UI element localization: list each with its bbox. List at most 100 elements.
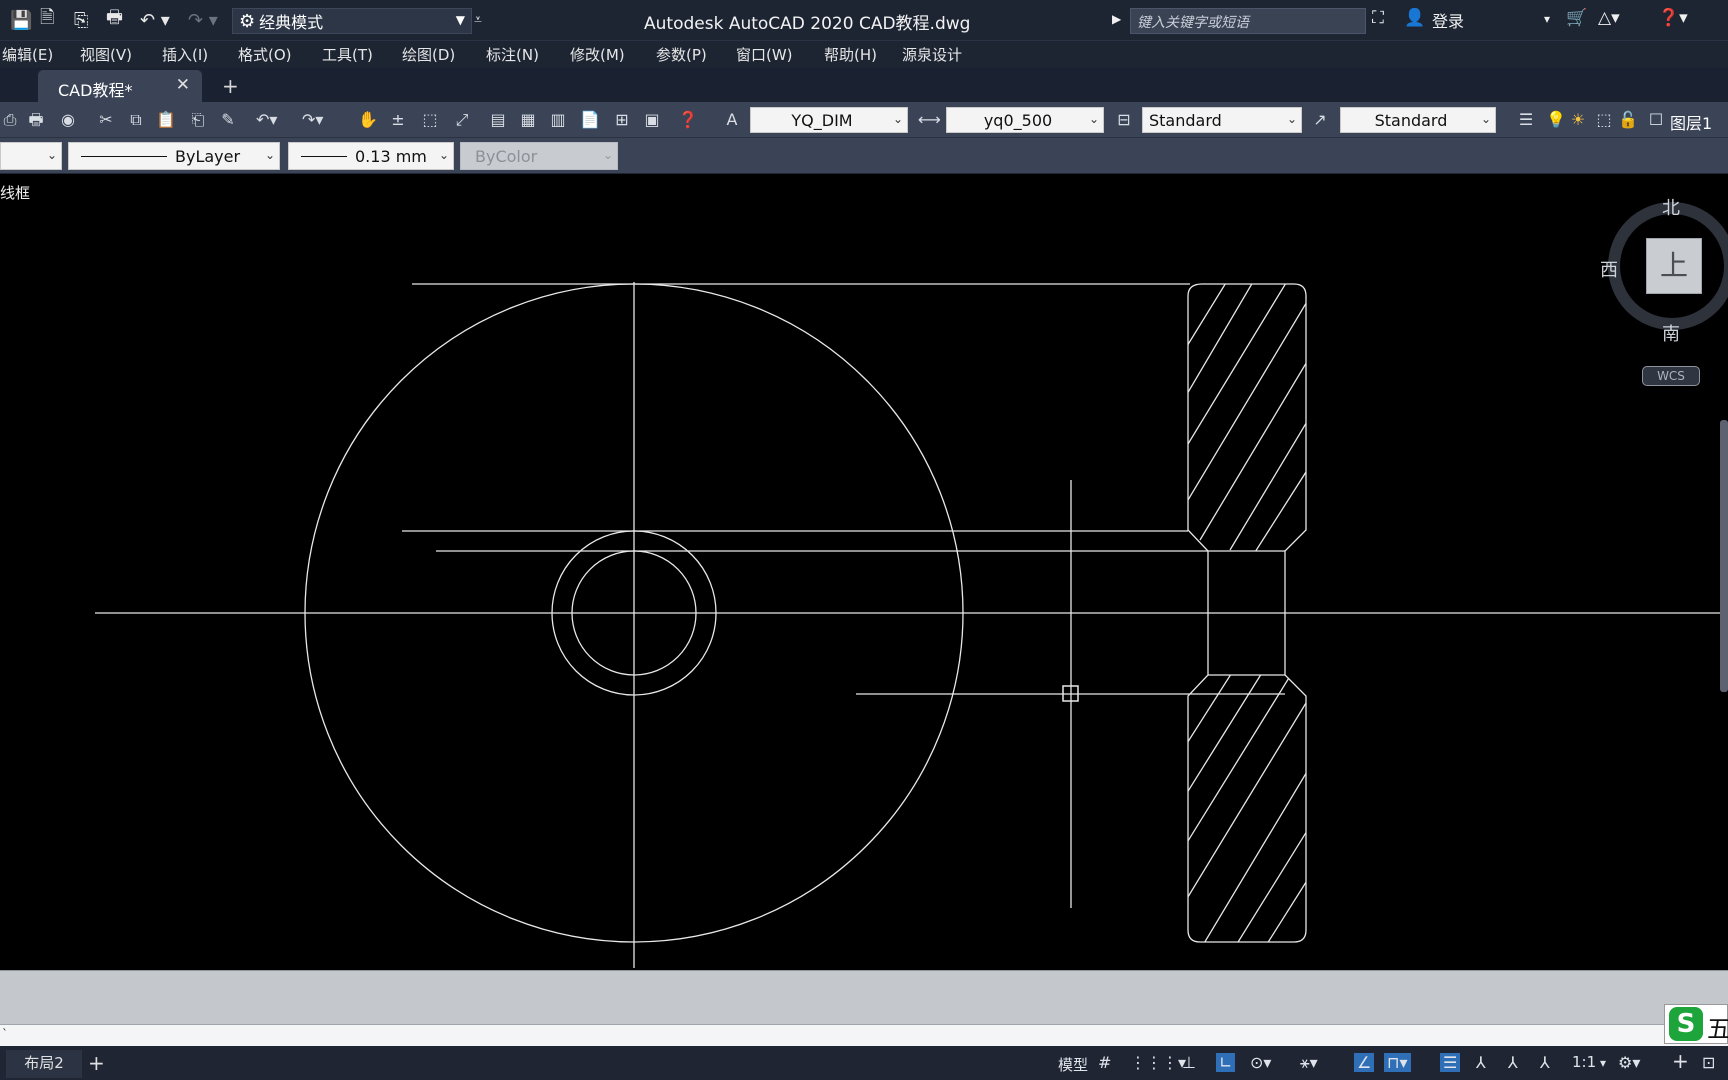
binoculars-icon[interactable]: ⛶	[1372, 8, 1384, 28]
help-icon[interactable]: ❓	[678, 110, 698, 130]
annotation-scale-icon[interactable]: ⅄	[1540, 1053, 1550, 1072]
annotation-scale-value[interactable]: 1:1	[1572, 1053, 1596, 1071]
ortho-icon[interactable]: ∟	[1216, 1053, 1236, 1072]
viewcube-top-face[interactable]: 上	[1646, 238, 1702, 294]
viewport-freeze-icon[interactable]: ⬚	[1594, 110, 1614, 130]
lightbulb-icon[interactable]: 💡	[1546, 110, 1566, 130]
viewcube-west[interactable]: 西	[1600, 256, 1618, 282]
zoom-previous-icon[interactable]: ⤢	[452, 110, 472, 130]
menu-dimension[interactable]: 标注(N)	[486, 44, 539, 65]
layer-name[interactable]: 图层1	[1670, 110, 1712, 134]
login-button[interactable]: 登录	[1432, 8, 1464, 32]
plot-preview-icon[interactable]: ⎙	[0, 110, 20, 130]
wcs-menu-button[interactable]: WCS	[1642, 366, 1700, 386]
search-input[interactable]: 键入关键字或短语	[1130, 8, 1366, 34]
copy-icon[interactable]: ⧉	[126, 110, 146, 130]
multileader-style-select[interactable]: Standard ⌄	[1340, 107, 1496, 133]
zoom-realtime-icon[interactable]: ±	[388, 110, 408, 130]
cart-icon[interactable]: 🛒	[1566, 8, 1587, 28]
layer-properties-icon[interactable]: ☰	[1516, 110, 1536, 130]
auto-scale-icon[interactable]: ⅄	[1508, 1053, 1518, 1072]
print-icon[interactable]: 🖶	[106, 7, 123, 32]
design-center-icon[interactable]: ▦	[518, 110, 538, 130]
customize-quick-access-icon[interactable]: ⩡	[474, 8, 482, 32]
polar-icon[interactable]: ⊙▾	[1250, 1053, 1271, 1072]
lineweight-select[interactable]: 0.13 mm ⌄	[288, 142, 454, 170]
sun-icon[interactable]: ☀	[1568, 110, 1588, 130]
add-layout-button[interactable]: +	[88, 1051, 105, 1075]
customize-icon[interactable]: ⊡	[1702, 1053, 1715, 1072]
block-editor-icon[interactable]: ✎	[218, 110, 238, 130]
infer-constraints-icon[interactable]: ⊥	[1182, 1053, 1196, 1072]
menu-view[interactable]: 视图(V)	[80, 44, 132, 65]
vertical-scrollbar[interactable]	[1720, 420, 1728, 692]
object-snap-tracking-icon[interactable]: ∠	[1354, 1053, 1375, 1072]
table-style-icon[interactable]: ⊟	[1114, 110, 1134, 130]
model-space-button[interactable]: 模型	[1058, 1054, 1088, 1075]
paste-icon[interactable]: 📋	[156, 110, 176, 130]
redo-icon[interactable]: ↷ ▾	[188, 8, 218, 32]
isodraft-icon[interactable]: ⚹▾	[1300, 1053, 1318, 1073]
menu-help[interactable]: 帮助(H)	[824, 44, 877, 65]
login-dropdown-icon[interactable]: ▾	[1544, 12, 1550, 26]
menu-window[interactable]: 窗口(W)	[736, 44, 793, 65]
command-line-input[interactable]: `	[0, 1024, 1728, 1046]
properties-icon[interactable]: ▤	[488, 110, 508, 130]
color-select[interactable]: ⌄	[0, 142, 62, 170]
pan-icon[interactable]: ✋	[358, 110, 378, 130]
menu-insert[interactable]: 插入(I)	[162, 44, 208, 65]
table-style-select[interactable]: Standard ⌄	[1142, 107, 1302, 133]
menu-draw[interactable]: 绘图(D)	[402, 44, 455, 65]
layer-color-swatch[interactable]: ☐	[1646, 110, 1666, 130]
save-as-icon[interactable]: 🗎	[40, 7, 54, 32]
expand-search-icon[interactable]: ▶	[1112, 12, 1121, 26]
multileader-style-icon[interactable]: ↗	[1310, 110, 1330, 130]
viewcube-north[interactable]: 北	[1662, 194, 1680, 220]
undo-icon[interactable]: ↶▾	[256, 110, 277, 130]
calculator-icon[interactable]: ▣	[642, 110, 662, 130]
snap-icon[interactable]: ⋮⋮⋮▾	[1130, 1053, 1186, 1072]
redo-icon[interactable]: ↷▾	[302, 110, 323, 130]
workspace-select[interactable]: ⚙ 经典模式 ▼	[232, 8, 472, 34]
cut-icon[interactable]: ✂	[96, 110, 116, 130]
match-properties-icon[interactable]: ⎗	[188, 110, 208, 130]
help-icon[interactable]: ❓▾	[1658, 8, 1688, 28]
menu-format[interactable]: 格式(O)	[238, 44, 292, 65]
lineweight-display-icon[interactable]: ☰	[1440, 1053, 1461, 1072]
annotation-visibility-icon[interactable]: ⅄	[1476, 1053, 1486, 1072]
ime-indicator[interactable]: S 五	[1664, 1004, 1728, 1044]
menu-modify[interactable]: 修改(M)	[570, 44, 625, 65]
a360-icon[interactable]: △▾	[1598, 8, 1620, 28]
text-style-select[interactable]: yq0_500 ⌄	[946, 107, 1104, 133]
export-icon[interactable]: ⎘	[74, 8, 88, 32]
grid-icon[interactable]: #	[1098, 1053, 1111, 1072]
close-icon[interactable]: ✕	[176, 75, 190, 95]
undo-icon[interactable]: ↶ ▾	[140, 8, 170, 32]
tab-cad-tutorial[interactable]: CAD教程* ✕	[38, 70, 202, 102]
chevron-down-icon[interactable]: ▾	[1600, 1056, 1606, 1070]
lock-icon[interactable]: 🔓	[1618, 110, 1638, 130]
menu-parametric[interactable]: 参数(P)	[656, 44, 707, 65]
sheet-set-icon[interactable]: 📄	[580, 110, 600, 130]
linetype-select[interactable]: ByLayer ⌄	[68, 142, 280, 170]
dimension-style-icon[interactable]: ⟷	[918, 110, 941, 130]
menu-edit[interactable]: 编辑(E)	[2, 44, 53, 65]
visual-style-label[interactable]: 线框	[0, 182, 30, 203]
text-style-icon[interactable]: A	[722, 110, 742, 130]
menu-tools[interactable]: 工具(T)	[322, 44, 373, 65]
tab-layout2[interactable]: 布局2	[6, 1050, 82, 1078]
new-tab-button[interactable]: +	[222, 74, 239, 98]
plus-icon[interactable]: +	[1672, 1049, 1689, 1073]
workspace-switch-icon[interactable]: ⚙▾	[1618, 1053, 1640, 1072]
object-snap-icon[interactable]: ⊓▾	[1384, 1053, 1411, 1072]
menu-yuanquan[interactable]: 源泉设计	[902, 44, 962, 65]
viewcube-south[interactable]: 南	[1662, 320, 1680, 346]
tool-palettes-icon[interactable]: ▥	[548, 110, 568, 130]
markup-icon[interactable]: ⊞	[612, 110, 632, 130]
drawing-canvas[interactable]	[0, 174, 1728, 970]
plot-icon[interactable]: 🖶	[26, 110, 46, 130]
zoom-window-icon[interactable]: ⬚	[420, 110, 440, 130]
publish-3d-icon[interactable]: ◉	[58, 110, 78, 130]
dim-style-select[interactable]: YQ_DIM ⌄	[750, 107, 908, 133]
save-icon[interactable]: 💾	[10, 8, 32, 32]
